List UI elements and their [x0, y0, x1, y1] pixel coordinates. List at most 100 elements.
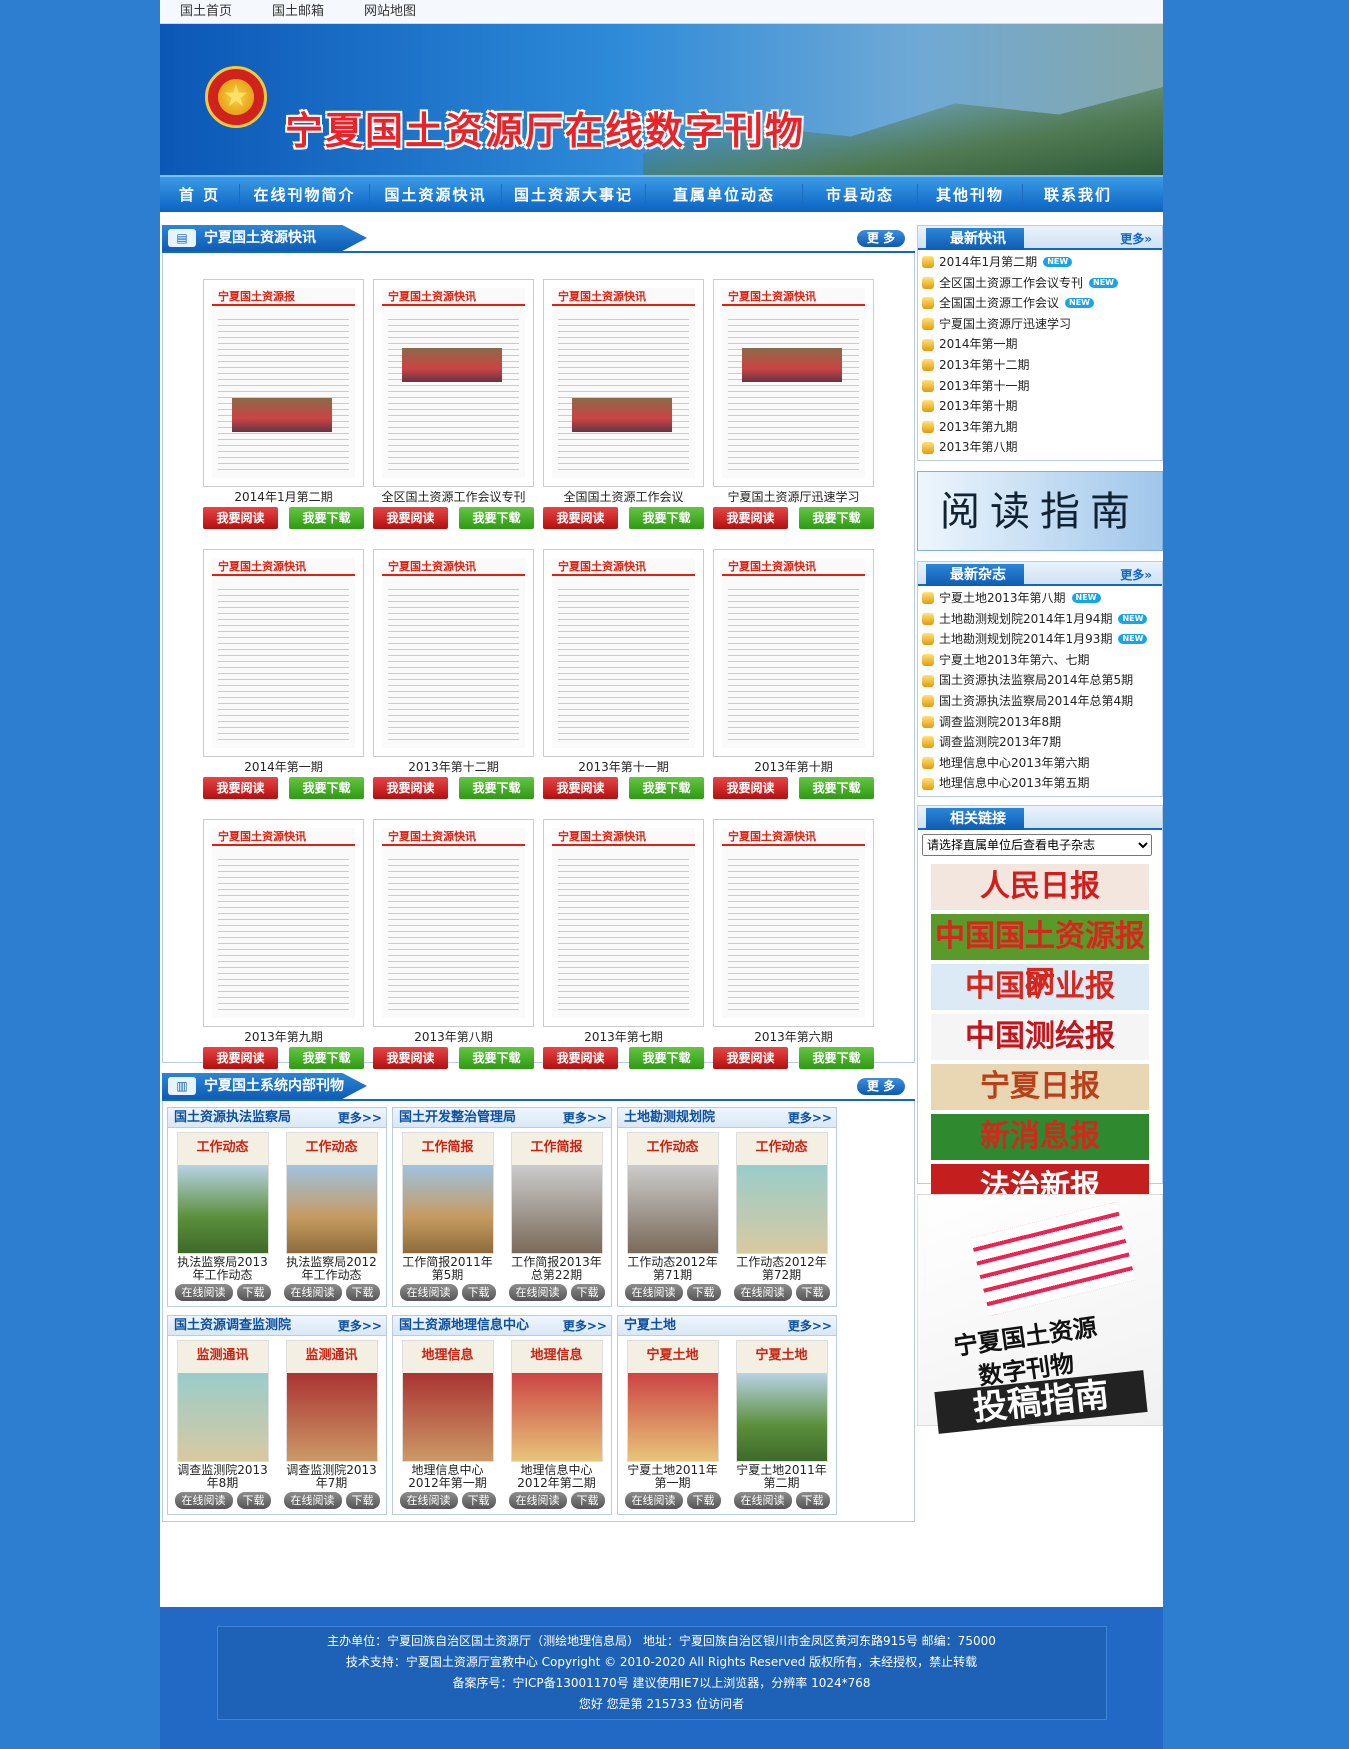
news-caption[interactable]: 2013年第十期: [713, 757, 874, 777]
reading-guide-banner[interactable]: 阅读指南: [917, 470, 1163, 551]
magazine-caption[interactable]: 地理信息中心2012年第一期: [398, 1464, 498, 1492]
newspaper-logo-link[interactable]: 人民日报: [931, 863, 1149, 910]
read-button[interactable]: 我要阅读: [203, 507, 278, 529]
news-caption[interactable]: 2013年第十一期: [543, 757, 704, 777]
internal-box-more[interactable]: 更多>>: [788, 1108, 832, 1128]
online-read-button[interactable]: 在线阅读: [624, 1284, 683, 1301]
read-button[interactable]: 我要阅读: [713, 507, 788, 529]
download-button[interactable]: 我要下载: [459, 507, 534, 529]
nav-units[interactable]: 直属单位动态: [646, 184, 803, 205]
list-item[interactable]: 2013年第十期: [922, 396, 1158, 417]
news-cover[interactable]: 宁夏国土资源快讯: [203, 819, 364, 1027]
news-cover[interactable]: 宁夏国土资源快讯: [373, 549, 534, 757]
news-more-button[interactable]: 更 多: [857, 230, 905, 247]
magazine-caption[interactable]: 执法监察局2013年工作动态: [173, 1256, 273, 1284]
online-read-button[interactable]: 在线阅读: [399, 1492, 458, 1509]
latest-news-more[interactable]: 更多»: [1120, 230, 1152, 247]
news-caption[interactable]: 全国国土资源工作会议: [543, 487, 704, 507]
news-caption[interactable]: 2013年第八期: [373, 1027, 534, 1047]
magazine-caption[interactable]: 工作动态2012年第71期: [623, 1256, 723, 1284]
online-read-button[interactable]: 在线阅读: [733, 1492, 792, 1509]
download-button[interactable]: 下载: [345, 1284, 380, 1301]
magazine-cover[interactable]: 地理信息: [401, 1340, 494, 1462]
download-button[interactable]: 我要下载: [799, 1047, 874, 1069]
read-button[interactable]: 我要阅读: [203, 1047, 278, 1069]
internal-box-more[interactable]: 更多>>: [338, 1108, 382, 1128]
list-item[interactable]: 全区国土资源工作会议专刊 NEW: [922, 273, 1158, 294]
top-link-sitemap[interactable]: 网站地图: [364, 0, 416, 23]
top-link-mail[interactable]: 国土邮箱: [272, 0, 324, 23]
download-button[interactable]: 下载: [461, 1284, 496, 1301]
news-cover[interactable]: 宁夏国土资源快讯: [373, 819, 534, 1027]
nav-contact[interactable]: 联系我们: [1023, 184, 1133, 205]
download-button[interactable]: 下载: [686, 1284, 721, 1301]
online-read-button[interactable]: 在线阅读: [174, 1284, 233, 1301]
nav-news[interactable]: 国土资源快讯: [370, 184, 502, 205]
magazine-caption[interactable]: 执法监察局2012年工作动态: [282, 1256, 382, 1284]
internal-more-button[interactable]: 更 多: [857, 1078, 905, 1095]
nav-other[interactable]: 其他刊物: [918, 184, 1023, 205]
magazine-caption[interactable]: 宁夏土地2011年第一期: [623, 1464, 723, 1492]
magazine-cover[interactable]: 监测通讯: [176, 1340, 269, 1462]
newspaper-logo-link[interactable]: 中国测绘报: [931, 1013, 1149, 1060]
list-item[interactable]: 2013年第十一期: [922, 376, 1158, 397]
download-button[interactable]: 下载: [795, 1492, 830, 1509]
magazine-cover[interactable]: 工作简报: [401, 1132, 494, 1254]
nav-cities[interactable]: 市县动态: [803, 184, 918, 205]
download-button[interactable]: 我要下载: [289, 507, 364, 529]
list-item[interactable]: 2013年第八期: [922, 437, 1158, 458]
download-button[interactable]: 下载: [570, 1492, 605, 1509]
list-item[interactable]: 2013年第十二期: [922, 355, 1158, 376]
news-cover[interactable]: 宁夏国土资源快讯: [543, 549, 704, 757]
newspaper-logo-link[interactable]: 新消息报: [931, 1113, 1149, 1160]
list-item[interactable]: 宁夏土地2013年第八期 NEW: [922, 588, 1158, 609]
list-item[interactable]: 地理信息中心2013年第五期: [922, 773, 1158, 794]
newspaper-logo-link[interactable]: 中国国土资源报网: [931, 913, 1149, 1000]
magazine-cover[interactable]: 宁夏土地: [735, 1340, 828, 1462]
magazine-cover[interactable]: 地理信息: [510, 1340, 603, 1462]
read-button[interactable]: 我要阅读: [713, 1047, 788, 1069]
news-caption[interactable]: 全区国土资源工作会议专刊: [373, 487, 534, 507]
online-read-button[interactable]: 在线阅读: [508, 1284, 567, 1301]
download-button[interactable]: 我要下载: [629, 507, 704, 529]
read-button[interactable]: 我要阅读: [373, 1047, 448, 1069]
magazine-caption[interactable]: 调查监测院2013年8期: [173, 1464, 273, 1492]
nav-home[interactable]: 首 页: [160, 184, 240, 205]
list-item[interactable]: 调查监测院2013年7期: [922, 732, 1158, 753]
list-item[interactable]: 2013年第九期: [922, 417, 1158, 438]
online-read-button[interactable]: 在线阅读: [283, 1284, 342, 1301]
news-caption[interactable]: 宁夏国土资源厅迅速学习: [713, 487, 874, 507]
list-item[interactable]: 国土资源执法监察局2014年总第5期: [922, 670, 1158, 691]
download-button[interactable]: 下载: [461, 1492, 496, 1509]
read-button[interactable]: 我要阅读: [543, 507, 618, 529]
download-button[interactable]: 下载: [236, 1284, 271, 1301]
online-read-button[interactable]: 在线阅读: [733, 1284, 792, 1301]
list-item[interactable]: 土地勘测规划院2014年1月94期 NEW: [922, 609, 1158, 630]
online-read-button[interactable]: 在线阅读: [399, 1284, 458, 1301]
internal-box-more[interactable]: 更多>>: [788, 1316, 832, 1336]
download-button[interactable]: 我要下载: [459, 777, 534, 799]
online-read-button[interactable]: 在线阅读: [283, 1492, 342, 1509]
magazine-caption[interactable]: 工作简报2011年第5期: [398, 1256, 498, 1284]
download-button[interactable]: 下载: [686, 1492, 721, 1509]
news-caption[interactable]: 2013年第六期: [713, 1027, 874, 1047]
list-item[interactable]: 宁夏国土资源厅迅速学习: [922, 314, 1158, 335]
unit-select[interactable]: 请选择直属单位后查看电子杂志: [922, 833, 1152, 856]
magazine-cover[interactable]: 工作简报: [510, 1132, 603, 1254]
list-item[interactable]: 土地勘测规划院2014年1月93期 NEW: [922, 629, 1158, 650]
download-button[interactable]: 我要下载: [629, 1047, 704, 1069]
magazine-caption[interactable]: 工作简报2013年总第22期: [507, 1256, 607, 1284]
list-item[interactable]: 全国国土资源工作会议 NEW: [922, 293, 1158, 314]
list-item[interactable]: 2014年1月第二期 NEW: [922, 252, 1158, 273]
newspaper-logo-link[interactable]: 宁夏日报: [931, 1063, 1149, 1110]
read-button[interactable]: 我要阅读: [373, 507, 448, 529]
download-button[interactable]: 我要下载: [629, 777, 704, 799]
news-cover[interactable]: 宁夏国土资源快讯: [713, 819, 874, 1027]
magazine-caption[interactable]: 调查监测院2013年7期: [282, 1464, 382, 1492]
read-button[interactable]: 我要阅读: [713, 777, 788, 799]
list-item[interactable]: 国土资源执法监察局2014年总第4期: [922, 691, 1158, 712]
magazine-cover[interactable]: 工作动态: [735, 1132, 828, 1254]
download-button[interactable]: 我要下载: [799, 507, 874, 529]
news-cover[interactable]: 宁夏国土资源快讯: [543, 279, 704, 487]
news-cover[interactable]: 宁夏国土资源快讯: [713, 549, 874, 757]
